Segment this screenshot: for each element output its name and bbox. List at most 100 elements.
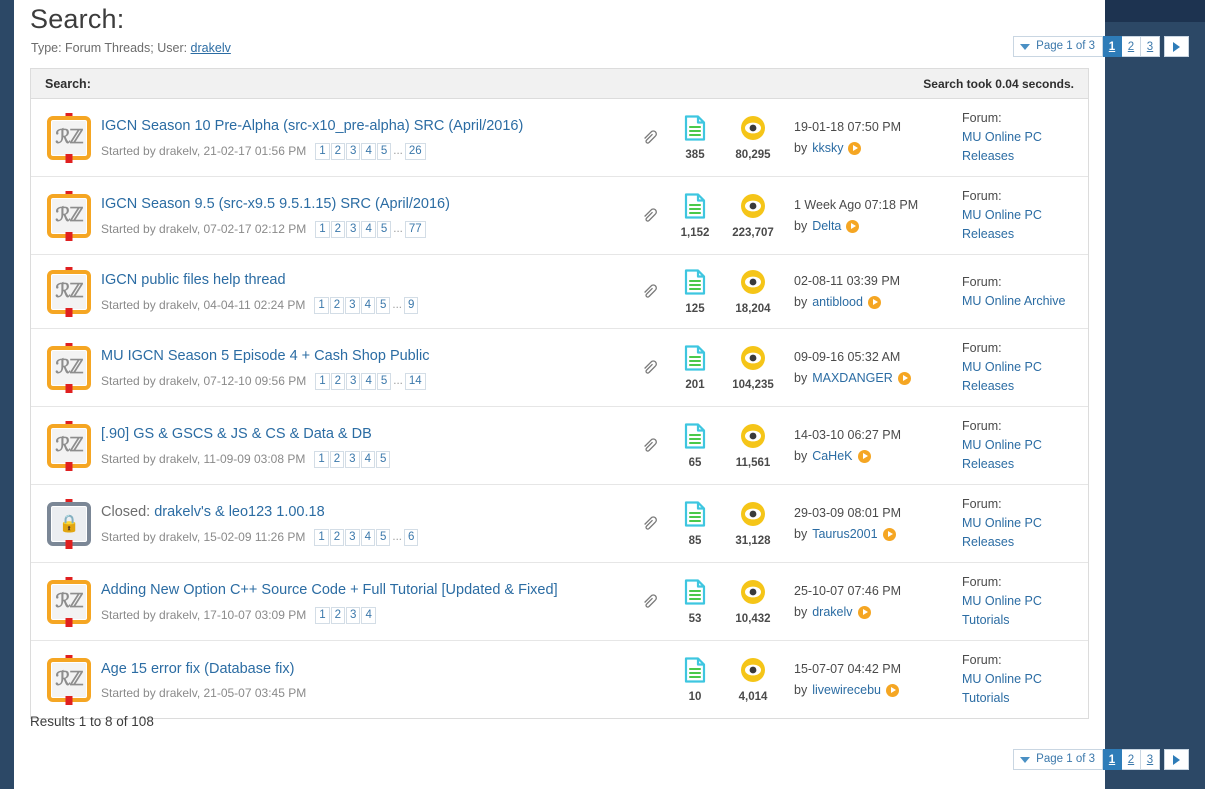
last-post-author-link[interactable]: antiblood bbox=[812, 293, 863, 312]
thread-title-link[interactable]: Adding New Option C++ Source Code + Full… bbox=[101, 582, 558, 598]
page-jump-dropdown[interactable]: Page 1 of 3 bbox=[1013, 36, 1103, 57]
thread-page-link[interactable]: 4 bbox=[361, 372, 376, 390]
forum-link[interactable]: MU Online PC Releases bbox=[962, 130, 1042, 163]
thread-last-page-link[interactable]: 26 bbox=[404, 142, 426, 160]
page-link-2-bottom[interactable]: 2 bbox=[1122, 749, 1141, 770]
goto-last-post-icon[interactable] bbox=[897, 371, 911, 385]
goto-last-post-icon[interactable] bbox=[882, 527, 896, 541]
thread-page-link[interactable]: 1 bbox=[315, 142, 330, 160]
goto-last-post-icon[interactable] bbox=[857, 605, 871, 619]
thread-page-link[interactable]: 4 bbox=[361, 220, 376, 238]
thread-page-link[interactable]: 3 bbox=[346, 372, 361, 390]
last-post-author-link[interactable]: drakelv bbox=[812, 603, 852, 622]
thread-page-link[interactable]: 1 bbox=[315, 220, 330, 238]
goto-last-post-icon[interactable] bbox=[857, 449, 871, 463]
forum-link[interactable]: MU Online PC Releases bbox=[962, 438, 1042, 471]
thread-page-link[interactable]: 2 bbox=[330, 372, 346, 390]
thread-page-link[interactable]: 2 bbox=[330, 142, 346, 160]
thread-started-by: Started by drakelv, 21-05-07 03:45 PM bbox=[101, 686, 307, 700]
page-link-3[interactable]: 3 bbox=[1141, 36, 1160, 57]
thread-meta: Started by drakelv, 15-02-09 11:26 PM 1 2 3… bbox=[101, 528, 624, 546]
thread-title-link[interactable]: IGCN public files help thread bbox=[101, 272, 286, 288]
next-page-button[interactable] bbox=[1164, 36, 1189, 57]
forum-label: Forum: bbox=[962, 189, 1002, 203]
search-duration: Search took 0.04 seconds. bbox=[923, 76, 1074, 91]
thread-page-link[interactable]: 4 bbox=[361, 606, 376, 624]
replies-count: 53 bbox=[688, 612, 702, 625]
thread-title-link[interactable]: drakelv's & leo123 1.00.18 bbox=[154, 504, 324, 520]
forum-link[interactable]: MU Online PC Tutorials bbox=[962, 672, 1042, 705]
last-post-author-link[interactable]: CaHeK bbox=[812, 447, 852, 466]
thread-page-link[interactable]: 4 bbox=[360, 450, 375, 468]
thread-page-link[interactable]: 4 bbox=[360, 528, 375, 546]
thread-page-link[interactable]: 3 bbox=[345, 528, 360, 546]
views-count: 223,707 bbox=[732, 226, 774, 239]
thread-title-link[interactable]: MU IGCN Season 5 Episode 4 + Cash Shop P… bbox=[101, 348, 429, 364]
thread-title: Closed: drakelv's & leo123 1.00.18 bbox=[101, 502, 624, 522]
page-links-ellipsis: ... bbox=[393, 223, 403, 235]
thread-status-icon: ℛℤ bbox=[47, 112, 91, 163]
thread-title: IGCN public files help thread bbox=[101, 270, 624, 290]
goto-last-post-icon[interactable] bbox=[867, 295, 881, 309]
thread-page-link[interactable]: 2 bbox=[329, 528, 345, 546]
thread-page-link[interactable]: 1 bbox=[315, 372, 330, 390]
thread-page-link[interactable]: 3 bbox=[345, 296, 360, 314]
forum-column: Forum: MU Online PC Releases bbox=[952, 187, 1082, 244]
chevron-right-icon bbox=[1173, 41, 1180, 52]
thread-title: [.90] GS & GSCS & JS & CS & Data & DB bbox=[101, 424, 624, 444]
thread-page-link[interactable]: 4 bbox=[360, 296, 375, 314]
thread-last-page-link[interactable]: 9 bbox=[403, 296, 419, 314]
thread-page-links: 1 2 3 4 5... 6 bbox=[314, 528, 419, 546]
last-post-author-link[interactable]: Delta bbox=[812, 217, 841, 236]
thread-page-link[interactable]: 1 bbox=[314, 296, 329, 314]
thread-page-link[interactable]: 2 bbox=[330, 220, 346, 238]
search-user-link[interactable]: drakelv bbox=[191, 41, 231, 55]
thread-page-link[interactable]: 5 bbox=[376, 142, 392, 160]
next-page-button-bottom[interactable] bbox=[1164, 749, 1189, 770]
goto-last-post-icon[interactable] bbox=[848, 141, 862, 155]
thread-page-link[interactable]: 4 bbox=[361, 142, 376, 160]
last-post-author-link[interactable]: livewirecebu bbox=[812, 681, 881, 700]
thread-page-link[interactable]: 3 bbox=[346, 142, 361, 160]
thread-page-link[interactable]: 2 bbox=[330, 606, 346, 624]
page-link-3-bottom[interactable]: 3 bbox=[1141, 749, 1160, 770]
thread-page-link[interactable]: 5 bbox=[376, 372, 392, 390]
forum-link[interactable]: MU Online PC Releases bbox=[962, 516, 1042, 549]
page-link-1-bottom[interactable]: 1 bbox=[1103, 749, 1122, 770]
thread-page-link[interactable]: 5 bbox=[375, 528, 391, 546]
thread-page-link[interactable]: 2 bbox=[329, 296, 345, 314]
thread-title-link[interactable]: IGCN Season 9.5 (src-x9.5 9.5.1.15) SRC … bbox=[101, 196, 450, 212]
thread-last-page-link[interactable]: 14 bbox=[404, 372, 426, 390]
last-post-author-row: by Taurus2001 bbox=[794, 525, 952, 544]
thread-page-link[interactable]: 3 bbox=[346, 606, 361, 624]
last-post-author-row: by drakelv bbox=[794, 603, 952, 622]
last-post-author-link[interactable]: kksky bbox=[812, 139, 843, 158]
thread-last-page-link[interactable]: 77 bbox=[404, 220, 426, 238]
thread-page-link[interactable]: 2 bbox=[329, 450, 345, 468]
forum-link[interactable]: MU Online Archive bbox=[962, 294, 1066, 308]
page-link-2[interactable]: 2 bbox=[1122, 36, 1141, 57]
thread-page-link[interactable]: 5 bbox=[375, 450, 391, 468]
thread-title-link[interactable]: IGCN Season 10 Pre-Alpha (src-x10_pre-al… bbox=[101, 118, 523, 134]
thread-started-by: Started by drakelv, 15-02-09 11:26 PM bbox=[101, 530, 306, 544]
forum-link[interactable]: MU Online PC Releases bbox=[962, 360, 1042, 393]
page-link-1[interactable]: 1 bbox=[1103, 36, 1122, 57]
thread-page-link[interactable]: 5 bbox=[376, 220, 392, 238]
thread-meta: Started by drakelv, 07-12-10 09:56 PM 1 2 3… bbox=[101, 372, 624, 390]
thread-page-link[interactable]: 1 bbox=[314, 450, 329, 468]
forum-link[interactable]: MU Online PC Tutorials bbox=[962, 594, 1042, 627]
last-post-author-link[interactable]: Taurus2001 bbox=[812, 525, 877, 544]
thread-page-link[interactable]: 5 bbox=[375, 296, 391, 314]
thread-title-link[interactable]: Age 15 error fix (Database fix) bbox=[101, 661, 294, 677]
thread-page-link[interactable]: 1 bbox=[315, 606, 330, 624]
goto-last-post-icon[interactable] bbox=[885, 683, 899, 697]
thread-title-link[interactable]: [.90] GS & GSCS & JS & CS & Data & DB bbox=[101, 426, 372, 442]
goto-last-post-icon[interactable] bbox=[846, 219, 860, 233]
page-jump-dropdown-bottom[interactable]: Page 1 of 3 bbox=[1013, 749, 1103, 770]
thread-last-page-link[interactable]: 6 bbox=[403, 528, 419, 546]
thread-page-link[interactable]: 3 bbox=[346, 220, 361, 238]
thread-page-link[interactable]: 1 bbox=[314, 528, 329, 546]
last-post-author-link[interactable]: MAXDANGER bbox=[812, 369, 893, 388]
thread-page-link[interactable]: 3 bbox=[345, 450, 360, 468]
forum-link[interactable]: MU Online PC Releases bbox=[962, 208, 1042, 241]
